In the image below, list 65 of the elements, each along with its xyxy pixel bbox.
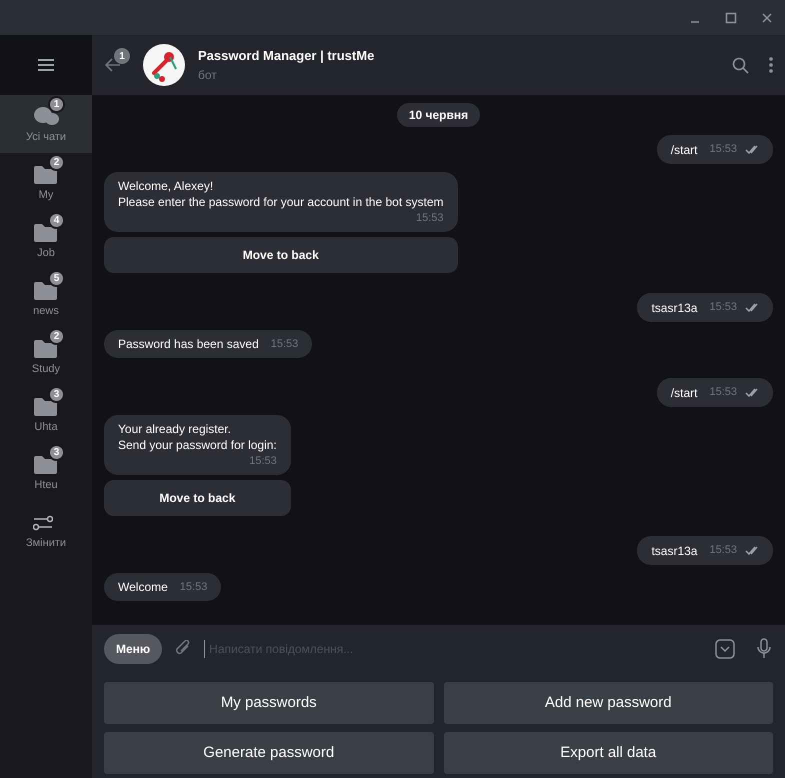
- folder-icon: [33, 454, 57, 474]
- unread-badge: 1: [114, 48, 130, 64]
- folder-tab[interactable]: 2 Study: [0, 327, 92, 385]
- message-time: 15:53: [270, 336, 298, 352]
- folder-tab[interactable]: 2 My: [0, 153, 92, 211]
- unread-badge: 1: [48, 96, 65, 114]
- inline-button[interactable]: Move to back: [104, 237, 458, 273]
- folder-label: Job: [37, 246, 55, 262]
- message-time: 15:53: [416, 210, 444, 226]
- maximize-icon[interactable]: [725, 12, 737, 24]
- message-time: 15:53: [709, 385, 737, 400]
- unread-badge: 2: [48, 154, 65, 172]
- sliders-icon: [33, 514, 53, 532]
- folder-icon: [33, 222, 57, 242]
- folder-icon: [33, 164, 57, 184]
- unread-badge: 5: [48, 270, 65, 288]
- message-time: 15:53: [249, 454, 277, 468]
- folder-label: Uhta: [34, 420, 58, 436]
- folder-label: Змінити: [26, 536, 66, 552]
- message-text: /start: [670, 142, 698, 158]
- menu-button[interactable]: Меню: [104, 634, 162, 664]
- folder-tab[interactable]: 3 Hteu: [0, 443, 92, 501]
- message-time: 15:53: [180, 580, 208, 594]
- message-text: /start: [670, 384, 698, 400]
- folder-label: Усі чати: [26, 130, 66, 146]
- chat-title: Password Manager | trustMe: [198, 47, 376, 66]
- folder-label: My: [38, 188, 54, 204]
- folder-tab[interactable]: Змінити: [0, 501, 92, 559]
- folder-label: Study: [32, 362, 60, 378]
- message-text: Your already register. Send your password for login:: [118, 420, 277, 452]
- close-icon[interactable]: [761, 12, 773, 24]
- message-text: Password has been saved: [118, 336, 259, 352]
- unread-badge: 3: [48, 444, 65, 462]
- more-options-icon[interactable]: [769, 57, 773, 73]
- folder-tab[interactable]: 1 Усі чати: [0, 95, 92, 153]
- folder-label: Hteu: [34, 478, 58, 494]
- folder-tab[interactable]: 3 Uhta: [0, 385, 92, 443]
- message-text: Welcome: [118, 579, 168, 595]
- unread-badge: 3: [48, 386, 65, 404]
- keyboard-button[interactable]: Add new password: [444, 682, 773, 724]
- keyboard-button[interactable]: My passwords: [104, 682, 434, 724]
- message-time: 15:53: [709, 543, 737, 558]
- keyboard-button[interactable]: Generate password: [104, 732, 434, 774]
- inline-button[interactable]: Move to back: [104, 480, 291, 516]
- folder-icon: [33, 338, 57, 358]
- message-text: tsasr13a: [651, 300, 698, 316]
- folder-icon: [33, 396, 57, 416]
- date-separator: 10 червня: [396, 103, 480, 127]
- folder-label: news: [33, 304, 59, 320]
- message-text: tsasr13a: [651, 542, 698, 558]
- message-time: 15:53: [709, 142, 737, 157]
- bot-avatar: [142, 43, 186, 87]
- microphone-icon[interactable]: [755, 638, 773, 660]
- chat-subtitle: бот: [198, 66, 218, 84]
- message-text: Welcome, Alexey! Please enter the password for your account in the bot system: [118, 178, 444, 210]
- unread-badge: 4: [48, 212, 65, 230]
- folder-tab[interactable]: 5 news: [0, 269, 92, 327]
- keyboard-button[interactable]: Export all data: [444, 732, 773, 774]
- menu-icon[interactable]: [37, 58, 55, 72]
- message-time: 15:53: [709, 300, 737, 315]
- keyboard-toggle-icon[interactable]: [715, 638, 735, 658]
- search-icon[interactable]: [732, 56, 749, 74]
- folder-icon: [33, 280, 57, 300]
- unread-badge: 2: [48, 328, 65, 346]
- folder-tab[interactable]: 4 Job: [0, 211, 92, 269]
